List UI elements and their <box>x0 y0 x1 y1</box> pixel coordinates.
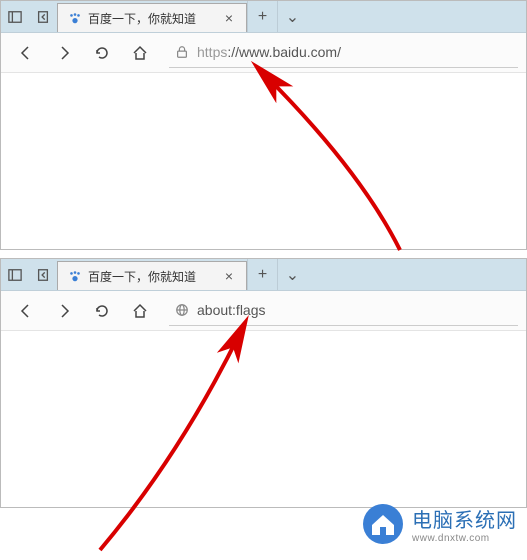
tab-title: 百度一下，你就知道 <box>88 10 216 27</box>
back-button[interactable] <box>9 36 43 70</box>
url-protocol: https <box>197 44 227 60</box>
more-tabs-button[interactable]: ⌄ <box>277 259 307 290</box>
tab-close-button[interactable]: × <box>222 269 236 283</box>
forward-button[interactable] <box>47 294 81 328</box>
watermark-title: 电脑系统网 <box>412 504 517 533</box>
address-text: about:flags <box>197 302 266 318</box>
sidebar-toggle-icon[interactable] <box>1 259 29 290</box>
tab-strip: 百度一下，你就知道 × + ⌄ <box>1 259 526 291</box>
home-button[interactable] <box>123 294 157 328</box>
lock-icon <box>175 45 189 59</box>
active-tab[interactable]: 百度一下，你就知道 × <box>57 261 247 290</box>
baidu-favicon-icon <box>68 11 82 25</box>
watermark-text: 电脑系统网 www.dnxtw.com <box>412 504 517 544</box>
url-remainder: ://www.baidu.com/ <box>227 44 341 60</box>
watermark: 电脑系统网 www.dnxtw.com <box>362 503 517 545</box>
baidu-favicon-icon <box>68 269 82 283</box>
tab-close-button[interactable]: × <box>222 11 236 25</box>
browser-window-2: 百度一下，你就知道 × + ⌄ about:flags <box>0 258 527 508</box>
tab-title: 百度一下，你就知道 <box>88 268 216 285</box>
refresh-button[interactable] <box>85 36 119 70</box>
set-aside-tabs-icon[interactable] <box>29 1 57 32</box>
address-bar[interactable]: about:flags <box>169 296 518 326</box>
nav-toolbar: https://www.baidu.com/ <box>1 33 526 73</box>
active-tab[interactable]: 百度一下，你就知道 × <box>57 3 247 32</box>
address-bar[interactable]: https://www.baidu.com/ <box>169 38 518 68</box>
new-tab-button[interactable]: + <box>247 1 277 32</box>
address-text: https://www.baidu.com/ <box>197 44 341 60</box>
set-aside-tabs-icon[interactable] <box>29 259 57 290</box>
nav-toolbar: about:flags <box>1 291 526 331</box>
refresh-button[interactable] <box>85 294 119 328</box>
back-button[interactable] <box>9 294 43 328</box>
watermark-logo-icon <box>362 503 404 545</box>
browser-window-1: 百度一下，你就知道 × + ⌄ https://www.baidu.com/ <box>0 0 527 250</box>
forward-button[interactable] <box>47 36 81 70</box>
new-tab-button[interactable]: + <box>247 259 277 290</box>
watermark-subtitle: www.dnxtw.com <box>412 533 517 544</box>
more-tabs-button[interactable]: ⌄ <box>277 1 307 32</box>
home-button[interactable] <box>123 36 157 70</box>
tab-strip: 百度一下，你就知道 × + ⌄ <box>1 1 526 33</box>
sidebar-toggle-icon[interactable] <box>1 1 29 32</box>
globe-icon <box>175 303 189 317</box>
